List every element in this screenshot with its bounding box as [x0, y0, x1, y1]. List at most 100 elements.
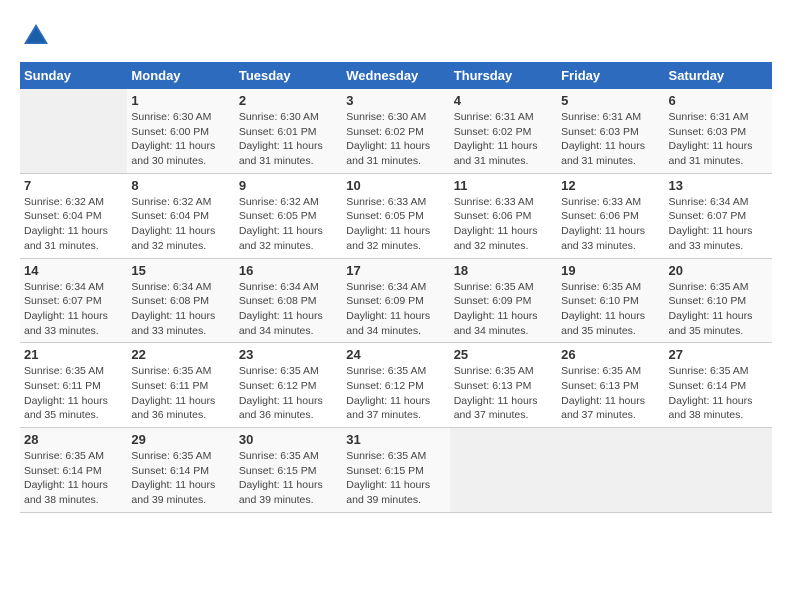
calendar-cell: [665, 428, 772, 513]
day-info: Sunrise: 6:35 AM Sunset: 6:13 PM Dayligh…: [561, 364, 660, 423]
calendar-cell: 27 Sunrise: 6:35 AM Sunset: 6:14 PM Dayli…: [665, 343, 772, 428]
day-info: Sunrise: 6:30 AM Sunset: 6:01 PM Dayligh…: [239, 110, 338, 169]
day-number: 23: [239, 347, 338, 362]
calendar-cell: 19Sunrise: 6:35 AM Sunset: 6:10 PM Dayli…: [557, 258, 664, 343]
day-info: Sunrise: 6:35 AM Sunset: 6:10 PM Dayligh…: [669, 280, 768, 339]
calendar-cell: 11 Sunrise: 6:33 AM Sunset: 6:06 PM Dayli…: [450, 173, 557, 258]
day-info: Sunrise: 6:31 AM Sunset: 6:03 PM Dayligh…: [561, 110, 660, 169]
day-info: Sunrise: 6:35 AM Sunset: 6:12 PM Dayligh…: [239, 364, 338, 423]
day-info: Sunrise: 6:34 AM Sunset: 6:07 PM Dayligh…: [669, 195, 768, 254]
day-number: 4: [454, 93, 553, 108]
day-header-thursday: Thursday: [450, 62, 557, 89]
day-number: 27: [669, 347, 768, 362]
day-number: 17: [346, 263, 445, 278]
week-row-2: 7 Sunrise: 6:32 AM Sunset: 6:04 PM Daylig…: [20, 173, 772, 258]
day-info: Sunrise: 6:35 AM Sunset: 6:13 PM Dayligh…: [454, 364, 553, 423]
calendar-cell: 5 Sunrise: 6:31 AM Sunset: 6:03 PM Daylig…: [557, 89, 664, 173]
day-info: Sunrise: 6:34 AM Sunset: 6:08 PM Dayligh…: [131, 280, 230, 339]
day-info: Sunrise: 6:31 AM Sunset: 6:03 PM Dayligh…: [669, 110, 768, 169]
calendar-cell: 6 Sunrise: 6:31 AM Sunset: 6:03 PM Daylig…: [665, 89, 772, 173]
calendar-cell: 30Sunrise: 6:35 AM Sunset: 6:15 PM Dayli…: [235, 428, 342, 513]
day-header-wednesday: Wednesday: [342, 62, 449, 89]
day-number: 7: [24, 178, 123, 193]
day-number: 20: [669, 263, 768, 278]
calendar-cell: 22Sunrise: 6:35 AM Sunset: 6:11 PM Dayli…: [127, 343, 234, 428]
calendar-cell: 1 Sunrise: 6:30 AM Sunset: 6:00 PM Daylig…: [127, 89, 234, 173]
calendar-cell: 14 Sunrise: 6:34 AM Sunset: 6:07 PM Dayli…: [20, 258, 127, 343]
calendar-cell: 24 Sunrise: 6:35 AM Sunset: 6:12 PM Dayli…: [342, 343, 449, 428]
day-info: Sunrise: 6:33 AM Sunset: 6:05 PM Dayligh…: [346, 195, 445, 254]
calendar-table: SundayMondayTuesdayWednesdayThursdayFrid…: [20, 62, 772, 513]
calendar-cell: 17 Sunrise: 6:34 AM Sunset: 6:09 PM Dayli…: [342, 258, 449, 343]
day-number: 24: [346, 347, 445, 362]
day-number: 6: [669, 93, 768, 108]
day-info: Sunrise: 6:32 AM Sunset: 6:04 PM Dayligh…: [131, 195, 230, 254]
day-number: 2: [239, 93, 338, 108]
week-row-1: 1 Sunrise: 6:30 AM Sunset: 6:00 PM Daylig…: [20, 89, 772, 173]
day-number: 10: [346, 178, 445, 193]
calendar-cell: 18 Sunrise: 6:35 AM Sunset: 6:09 PM Dayli…: [450, 258, 557, 343]
day-header-saturday: Saturday: [665, 62, 772, 89]
day-info: Sunrise: 6:33 AM Sunset: 6:06 PM Dayligh…: [561, 195, 660, 254]
page-header: [20, 20, 772, 52]
day-header-monday: Monday: [127, 62, 234, 89]
calendar-cell: 2 Sunrise: 6:30 AM Sunset: 6:01 PM Daylig…: [235, 89, 342, 173]
day-number: 8: [131, 178, 230, 193]
day-info: Sunrise: 6:34 AM Sunset: 6:09 PM Dayligh…: [346, 280, 445, 339]
day-number: 11: [454, 178, 553, 193]
week-row-3: 14 Sunrise: 6:34 AM Sunset: 6:07 PM Dayli…: [20, 258, 772, 343]
day-info: Sunrise: 6:35 AM Sunset: 6:12 PM Dayligh…: [346, 364, 445, 423]
day-number: 1: [131, 93, 230, 108]
calendar-cell: [450, 428, 557, 513]
calendar-cell: 26 Sunrise: 6:35 AM Sunset: 6:13 PM Dayli…: [557, 343, 664, 428]
day-number: 5: [561, 93, 660, 108]
logo: [20, 20, 56, 52]
calendar-cell: 20 Sunrise: 6:35 AM Sunset: 6:10 PM Dayli…: [665, 258, 772, 343]
day-number: 25: [454, 347, 553, 362]
day-info: Sunrise: 6:35 AM Sunset: 6:15 PM Dayligh…: [239, 449, 338, 508]
day-info: Sunrise: 6:34 AM Sunset: 6:07 PM Dayligh…: [24, 280, 123, 339]
day-number: 15: [131, 263, 230, 278]
week-row-5: 28 Sunrise: 6:35 AM Sunset: 6:14 PM Dayli…: [20, 428, 772, 513]
calendar-cell: 3 Sunrise: 6:30 AM Sunset: 6:02 PM Daylig…: [342, 89, 449, 173]
day-info: Sunrise: 6:35 AM Sunset: 6:09 PM Dayligh…: [454, 280, 553, 339]
day-number: 19: [561, 263, 660, 278]
day-header-tuesday: Tuesday: [235, 62, 342, 89]
day-number: 21: [24, 347, 123, 362]
calendar-cell: 16 Sunrise: 6:34 AM Sunset: 6:08 PM Dayli…: [235, 258, 342, 343]
day-number: 16: [239, 263, 338, 278]
calendar-cell: 8 Sunrise: 6:32 AM Sunset: 6:04 PM Daylig…: [127, 173, 234, 258]
day-number: 13: [669, 178, 768, 193]
day-number: 18: [454, 263, 553, 278]
day-info: Sunrise: 6:33 AM Sunset: 6:06 PM Dayligh…: [454, 195, 553, 254]
day-number: 12: [561, 178, 660, 193]
calendar-cell: 31 Sunrise: 6:35 AM Sunset: 6:15 PM Dayli…: [342, 428, 449, 513]
day-info: Sunrise: 6:35 AM Sunset: 6:14 PM Dayligh…: [24, 449, 123, 508]
day-number: 14: [24, 263, 123, 278]
logo-icon: [20, 20, 52, 52]
day-number: 31: [346, 432, 445, 447]
calendar-cell: 10 Sunrise: 6:33 AM Sunset: 6:05 PM Dayli…: [342, 173, 449, 258]
day-info: Sunrise: 6:34 AM Sunset: 6:08 PM Dayligh…: [239, 280, 338, 339]
day-info: Sunrise: 6:30 AM Sunset: 6:02 PM Dayligh…: [346, 110, 445, 169]
day-info: Sunrise: 6:35 AM Sunset: 6:15 PM Dayligh…: [346, 449, 445, 508]
calendar-cell: 9Sunrise: 6:32 AM Sunset: 6:05 PM Daylig…: [235, 173, 342, 258]
day-info: Sunrise: 6:35 AM Sunset: 6:14 PM Dayligh…: [131, 449, 230, 508]
calendar-cell: 28 Sunrise: 6:35 AM Sunset: 6:14 PM Dayli…: [20, 428, 127, 513]
day-info: Sunrise: 6:35 AM Sunset: 6:14 PM Dayligh…: [669, 364, 768, 423]
day-info: Sunrise: 6:31 AM Sunset: 6:02 PM Dayligh…: [454, 110, 553, 169]
day-header-sunday: Sunday: [20, 62, 127, 89]
day-header-friday: Friday: [557, 62, 664, 89]
day-info: Sunrise: 6:32 AM Sunset: 6:04 PM Dayligh…: [24, 195, 123, 254]
calendar-cell: 7 Sunrise: 6:32 AM Sunset: 6:04 PM Daylig…: [20, 173, 127, 258]
day-number: 29: [131, 432, 230, 447]
calendar-cell: 25 Sunrise: 6:35 AM Sunset: 6:13 PM Dayli…: [450, 343, 557, 428]
day-info: Sunrise: 6:30 AM Sunset: 6:00 PM Dayligh…: [131, 110, 230, 169]
day-number: 26: [561, 347, 660, 362]
week-row-4: 21Sunrise: 6:35 AM Sunset: 6:11 PM Dayli…: [20, 343, 772, 428]
day-number: 3: [346, 93, 445, 108]
calendar-cell: 13 Sunrise: 6:34 AM Sunset: 6:07 PM Dayli…: [665, 173, 772, 258]
calendar-cell: 4 Sunrise: 6:31 AM Sunset: 6:02 PM Daylig…: [450, 89, 557, 173]
calendar-cell: 29 Sunrise: 6:35 AM Sunset: 6:14 PM Dayli…: [127, 428, 234, 513]
day-number: 28: [24, 432, 123, 447]
